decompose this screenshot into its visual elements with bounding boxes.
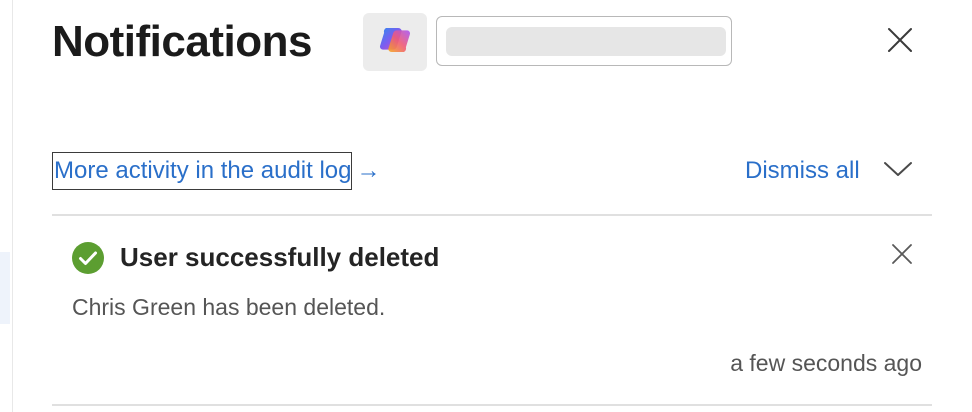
notification-timestamp: a few seconds ago [730,350,922,376]
close-icon [887,27,913,58]
notification-title: User successfully deleted [120,242,440,272]
close-icon [891,243,913,270]
search-input[interactable] [436,16,732,66]
search-placeholder-bar [446,27,726,56]
arrow-right-icon: → [356,157,381,184]
divider [52,214,932,216]
success-check-icon [72,242,104,274]
audit-log-link-label[interactable]: More activity in the audit log [52,152,353,190]
notification-message: Chris Green has been deleted. [72,294,386,320]
background-page-edge [0,0,13,412]
copilot-button[interactable] [363,13,427,71]
audit-log-link[interactable]: More activity in the audit log → [52,152,380,190]
copilot-icon [377,22,413,63]
notification-close-button[interactable] [888,242,916,270]
panel-close-button[interactable] [884,26,916,58]
divider [52,404,932,406]
background-selected-row [0,252,10,324]
chevron-down-icon [883,160,913,183]
dismiss-all-button[interactable]: Dismiss all [745,156,860,186]
panel-title: Notifications [52,17,312,66]
expand-button[interactable] [880,156,916,186]
